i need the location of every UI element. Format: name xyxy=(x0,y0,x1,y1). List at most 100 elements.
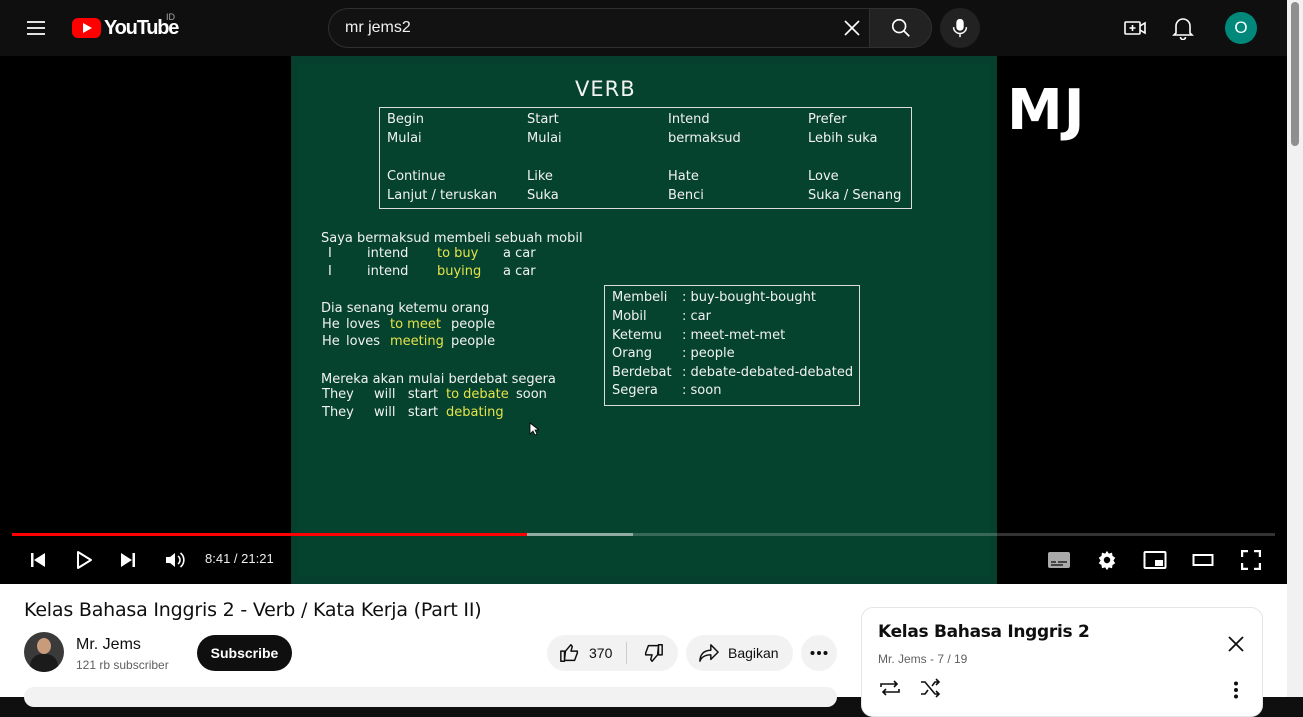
vocab-id: Membeli xyxy=(612,290,668,305)
board-title: VERB xyxy=(575,77,636,101)
playlist-more-button[interactable] xyxy=(1224,678,1248,702)
share-label: Bagikan xyxy=(728,645,779,661)
more-actions-button[interactable] xyxy=(801,635,837,671)
example-verb: intend xyxy=(367,246,409,261)
share-icon xyxy=(699,644,719,662)
subscribe-button[interactable]: Subscribe xyxy=(197,635,292,671)
hamburger-icon xyxy=(27,21,45,35)
close-icon xyxy=(844,20,860,36)
search-icon xyxy=(891,18,910,37)
search-button[interactable] xyxy=(869,8,932,48)
example-subject: I xyxy=(328,264,332,279)
vocab-en: : soon xyxy=(682,383,722,398)
previous-button[interactable] xyxy=(20,542,56,578)
close-playlist-button[interactable] xyxy=(1222,630,1250,658)
share-button[interactable]: Bagikan xyxy=(686,635,793,671)
example-highlight: to buy xyxy=(437,246,479,261)
notifications-button[interactable] xyxy=(1163,8,1203,48)
example-subject: I xyxy=(328,246,332,261)
vocab-en: : buy-bought-bought xyxy=(682,290,816,305)
description-box[interactable] xyxy=(24,687,837,707)
example-sentence: Saya bermaksud membeli sebuah mobil xyxy=(321,231,583,246)
watch-metadata: Kelas Bahasa Inggris 2 - Verb / Kata Ker… xyxy=(0,584,1287,717)
example-highlight: to meet xyxy=(390,317,441,332)
like-dislike-group: 370 xyxy=(547,635,678,671)
video-player[interactable]: VERB Begin Mulai Start Mulai Intend berm… xyxy=(0,56,1287,584)
playlist-panel: Kelas Bahasa Inggris 2 Mr. Jems - 7 / 19 xyxy=(861,607,1263,717)
vocab-en: : car xyxy=(682,309,711,324)
more-horizontal-icon xyxy=(810,651,828,655)
thumbs-down-icon xyxy=(644,644,663,662)
dislike-button[interactable] xyxy=(627,635,678,671)
vocab-en: : debate-debated-debated xyxy=(682,365,854,380)
example-subject: He xyxy=(322,334,340,349)
verb-en: Intend xyxy=(668,112,710,127)
voice-search-button[interactable] xyxy=(940,8,980,48)
next-button[interactable] xyxy=(110,542,146,578)
example-highlight: debating xyxy=(446,405,504,420)
example-sentence: Dia senang ketemu orang xyxy=(321,301,490,316)
verb-en: Like xyxy=(527,169,553,184)
playlist-meta: Mr. Jems - 7 / 19 xyxy=(878,652,968,666)
video-add-icon xyxy=(1124,21,1146,35)
example-rest: a car xyxy=(503,264,536,279)
verb-en: Hate xyxy=(668,169,699,184)
search-box xyxy=(328,8,869,48)
verb-en: Begin xyxy=(387,112,425,127)
progress-bar[interactable] xyxy=(12,533,1275,536)
example-subject: He xyxy=(322,317,340,332)
vocab-en: : people xyxy=(682,346,735,361)
clear-search-button[interactable] xyxy=(836,12,868,44)
more-vertical-icon xyxy=(1234,681,1238,699)
country-code: ID xyxy=(166,12,175,22)
youtube-logo[interactable]: YouTube ID xyxy=(72,12,179,40)
shuffle-icon xyxy=(921,678,941,698)
example-rest: a car xyxy=(503,246,536,261)
account-avatar[interactable]: O xyxy=(1225,12,1257,44)
loop-playlist-button[interactable] xyxy=(876,676,904,700)
youtube-play-icon xyxy=(72,18,101,38)
example-verb: will start xyxy=(374,387,439,402)
volume-button[interactable] xyxy=(157,542,193,578)
vocab-id: Ketemu xyxy=(612,328,662,343)
verb-id: Lebih suka xyxy=(808,131,878,146)
scrollbar-thumb[interactable] xyxy=(1291,2,1299,146)
thumbs-up-icon xyxy=(560,644,579,662)
play-button[interactable] xyxy=(66,542,102,578)
vocab-en: : meet-met-met xyxy=(682,328,786,343)
page-scrollbar[interactable] xyxy=(1287,0,1303,697)
playlist-title[interactable]: Kelas Bahasa Inggris 2 xyxy=(878,622,1090,642)
verb-id: Suka xyxy=(527,188,559,203)
video-title: Kelas Bahasa Inggris 2 - Verb / Kata Ker… xyxy=(24,599,482,621)
subtitles-button[interactable] xyxy=(1041,542,1077,578)
miniplayer-button[interactable] xyxy=(1137,542,1173,578)
search-input[interactable] xyxy=(329,19,819,37)
create-button[interactable] xyxy=(1115,8,1155,48)
bell-icon xyxy=(1172,18,1194,40)
verb-en: Start xyxy=(527,112,559,127)
channel-avatar[interactable] xyxy=(24,632,64,672)
verb-id: bermaksud xyxy=(668,131,741,146)
channel-name[interactable]: Mr. Jems xyxy=(76,636,141,654)
microphone-icon xyxy=(952,18,968,38)
example-subject: They xyxy=(322,405,354,420)
example-highlight: meeting xyxy=(390,334,444,349)
skip-previous-icon xyxy=(31,553,45,567)
vocab-id: Segera xyxy=(612,383,658,398)
volume-icon xyxy=(166,552,185,568)
settings-button[interactable] xyxy=(1089,542,1125,578)
example-verb: loves xyxy=(346,334,381,349)
shuffle-playlist-button[interactable] xyxy=(916,676,944,700)
gear-icon xyxy=(1098,550,1116,571)
fullscreen-icon xyxy=(1241,550,1261,570)
verb-id: Mulai xyxy=(387,131,422,146)
closed-captions-icon xyxy=(1048,552,1070,568)
menu-button[interactable] xyxy=(20,12,52,44)
theater-mode-button[interactable] xyxy=(1185,542,1221,578)
verb-en: Continue xyxy=(387,169,446,184)
theater-mode-icon xyxy=(1192,554,1214,566)
fullscreen-button[interactable] xyxy=(1233,542,1269,578)
channel-watermark: MJ xyxy=(1007,78,1086,143)
skip-next-icon xyxy=(121,553,135,567)
like-button[interactable]: 370 xyxy=(547,635,625,671)
